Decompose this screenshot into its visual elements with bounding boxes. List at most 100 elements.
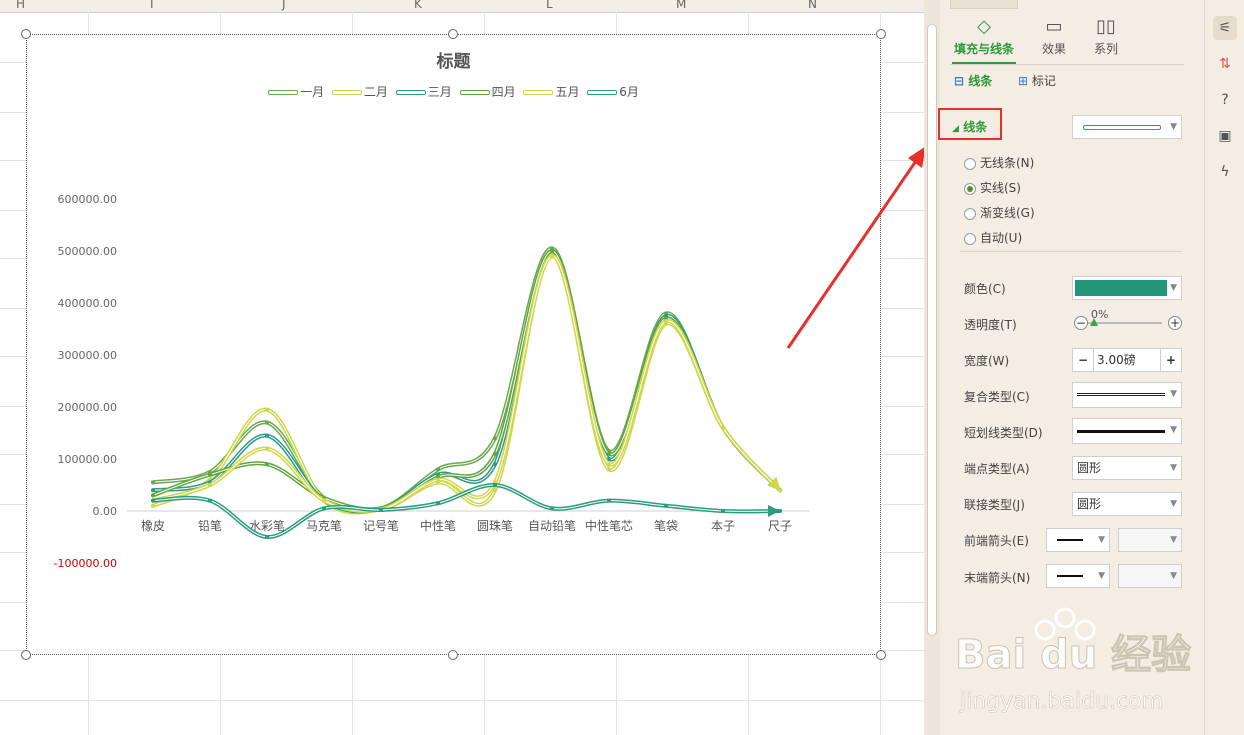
data-point[interactable] xyxy=(493,483,497,487)
radio-auto[interactable]: 自动(U) xyxy=(964,229,1022,246)
data-point[interactable] xyxy=(322,506,326,511)
begin-arrow-label: 前端箭头(E) xyxy=(964,534,1029,548)
tab-effects[interactable]: ▭ 效果 xyxy=(1032,14,1076,57)
column-header-n[interactable]: N xyxy=(808,0,817,11)
data-point[interactable] xyxy=(265,462,269,467)
tab-fill-line[interactable]: ◇ 填充与线条 xyxy=(952,14,1016,57)
data-point[interactable] xyxy=(607,451,611,456)
help-icon[interactable]: ? xyxy=(1213,88,1237,112)
data-point[interactable] xyxy=(550,249,554,253)
radio-button[interactable] xyxy=(964,232,976,245)
tab-series[interactable]: ▯▯ 系列 xyxy=(1084,14,1128,57)
arrow-preview xyxy=(1057,575,1083,577)
data-point[interactable] xyxy=(151,488,155,493)
data-point[interactable] xyxy=(550,506,554,511)
plot-area[interactable]: 600000.00 500000.00 400000.00 300000.00 2000… xyxy=(27,35,880,654)
data-point[interactable] xyxy=(493,436,497,441)
data-point[interactable] xyxy=(721,509,725,513)
data-point[interactable] xyxy=(436,467,440,472)
data-point[interactable] xyxy=(607,462,611,467)
data-point[interactable] xyxy=(265,446,269,451)
radio-button-checked[interactable] xyxy=(964,182,976,195)
scrollbar-thumb[interactable] xyxy=(927,24,937,636)
column-header-i[interactable]: I xyxy=(150,0,154,11)
data-point[interactable] xyxy=(265,535,269,539)
transparency-slider[interactable] xyxy=(1088,322,1162,324)
data-point[interactable] xyxy=(208,498,212,503)
column-header-h[interactable]: H xyxy=(16,0,25,11)
data-point[interactable] xyxy=(436,501,440,506)
radio-button[interactable] xyxy=(964,157,976,170)
panel-header-tab[interactable] xyxy=(950,0,1018,9)
column-header-l[interactable]: L xyxy=(546,0,553,11)
data-point[interactable] xyxy=(265,433,269,438)
x-tick-label: 中性笔芯 xyxy=(585,518,633,533)
data-point[interactable] xyxy=(151,498,155,503)
series-line-4[interactable] xyxy=(151,248,782,512)
image-icon[interactable]: ▣ xyxy=(1213,124,1237,148)
decrement-button[interactable]: − xyxy=(1073,349,1094,371)
data-point[interactable] xyxy=(265,407,269,412)
join-type-dropdown[interactable]: 圆形 ▼ xyxy=(1072,492,1182,516)
resize-handle[interactable] xyxy=(448,29,458,39)
begin-arrow-size-dropdown[interactable]: ▼ xyxy=(1118,528,1182,552)
end-arrow-dropdown[interactable]: ▼ xyxy=(1046,564,1110,588)
series-line-3[interactable] xyxy=(151,248,782,514)
data-point[interactable] xyxy=(265,420,269,425)
cap-type-dropdown[interactable]: 圆形 ▼ xyxy=(1072,456,1182,480)
resize-handle[interactable] xyxy=(21,650,31,660)
width-value[interactable]: 3.00磅 xyxy=(1097,349,1136,371)
data-point[interactable] xyxy=(664,503,668,508)
data-point[interactable] xyxy=(436,477,440,482)
resize-handle[interactable] xyxy=(876,650,886,660)
color-picker[interactable]: ▼ xyxy=(1072,276,1182,300)
series-line-2[interactable] xyxy=(151,251,782,515)
begin-arrow-dropdown[interactable]: ▼ xyxy=(1046,528,1110,552)
subtab-line[interactable]: ⊟ 线条 xyxy=(954,72,992,89)
resize-handle[interactable] xyxy=(21,29,31,39)
data-point[interactable] xyxy=(493,451,497,456)
lightning-icon[interactable]: ϟ xyxy=(1213,160,1237,184)
data-point[interactable] xyxy=(721,425,725,430)
data-point[interactable] xyxy=(607,498,611,503)
section-header-line[interactable]: ◢ 线条 xyxy=(952,118,987,135)
radio-no-line[interactable]: 无线条(N) xyxy=(964,154,1034,171)
series-line-5[interactable] xyxy=(151,254,782,513)
compound-type-dropdown[interactable]: ▼ xyxy=(1072,382,1182,408)
column-header-k[interactable]: K xyxy=(414,0,422,11)
subtab-marker[interactable]: ⊞ 标记 xyxy=(1018,72,1056,89)
chevron-down-icon: ▼ xyxy=(1170,389,1177,399)
width-stepper[interactable]: − 3.00磅 + xyxy=(1072,348,1182,372)
data-point[interactable] xyxy=(151,493,155,498)
end-arrow-size-dropdown[interactable]: ▼ xyxy=(1118,564,1182,588)
resize-handle[interactable] xyxy=(448,650,458,660)
data-point[interactable] xyxy=(550,254,554,259)
data-point[interactable] xyxy=(151,503,155,508)
transform-icon[interactable]: ⇅ xyxy=(1213,52,1237,76)
data-point[interactable] xyxy=(322,498,326,503)
minus-icon[interactable]: − xyxy=(1074,316,1088,330)
column-header-j[interactable]: J xyxy=(282,0,286,11)
radio-button[interactable] xyxy=(964,207,976,220)
series-line-1[interactable] xyxy=(151,246,782,513)
y-tick-label: 200000.00 xyxy=(58,401,118,414)
resize-handle[interactable] xyxy=(876,29,886,39)
radio-solid-line[interactable]: 实线(S) xyxy=(964,179,1021,196)
properties-icon[interactable]: ⚟ xyxy=(1213,16,1237,40)
radio-gradient-line[interactable]: 渐变线(G) xyxy=(964,204,1035,221)
line-chart[interactable]: 标题 一月 二月 三月 四月 五月 6月 600000.00 500000.00 4… xyxy=(26,34,881,655)
data-point[interactable] xyxy=(208,483,212,487)
data-point[interactable] xyxy=(208,472,212,477)
plus-icon[interactable]: + xyxy=(1168,316,1182,330)
divider xyxy=(950,64,1184,65)
data-point[interactable] xyxy=(607,467,611,472)
data-point[interactable] xyxy=(493,462,497,467)
line-style-preview-dropdown[interactable]: ▼ xyxy=(1072,115,1182,139)
data-point[interactable] xyxy=(379,507,383,512)
data-point[interactable] xyxy=(664,319,668,324)
column-header-m[interactable]: M xyxy=(676,0,686,11)
spreadsheet-area[interactable]: H I J K L M N 标题 一月 二月 三月 四月 五月 6月 60000… xyxy=(0,0,924,735)
increment-button[interactable]: + xyxy=(1160,349,1181,371)
data-point[interactable] xyxy=(151,480,155,485)
dash-type-dropdown[interactable]: ▼ xyxy=(1072,418,1182,444)
